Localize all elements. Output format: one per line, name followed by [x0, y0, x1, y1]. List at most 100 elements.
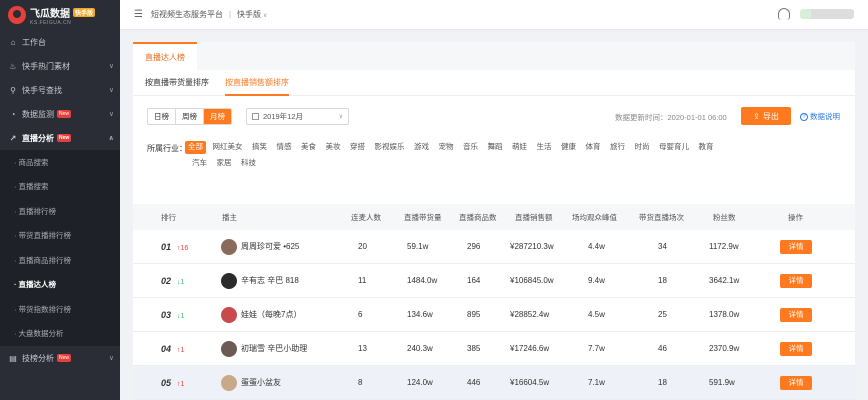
sidebar-item-ranking-analysis[interactable]: ▤ 技榜分析 New ∨	[0, 346, 120, 370]
menu-toggle-icon[interactable]: ☰	[134, 9, 143, 20]
sidebar-subitem-sales-live-ranking[interactable]: · 带货直播排行榜	[0, 224, 120, 249]
sidebar-subitem-live-ranking[interactable]: · 直播排行榜	[0, 199, 120, 224]
industry-chip[interactable]: 情感	[274, 141, 295, 154]
sidebar-subitem-live-streamer-ranking[interactable]: · 直播达人榜	[0, 273, 120, 298]
industry-chip[interactable]: 网红美女	[210, 141, 246, 154]
industry-chip[interactable]: 美妆	[323, 141, 344, 154]
detail-button[interactable]: 详情	[780, 375, 812, 390]
sidebar-subitem-market-analysis[interactable]: · 大盘数据分析	[0, 322, 120, 347]
cell-sales: ¥17246.6w	[510, 344, 550, 353]
update-time: 数据更新时间：2020-01-01 06:00	[615, 113, 727, 122]
new-badge: New	[57, 354, 72, 362]
industry-chip[interactable]: 体育	[583, 141, 604, 154]
sidebar-item-data-monitor[interactable]: ◔ 数据监测 New ∨	[0, 102, 120, 126]
industry-chip[interactable]: 母婴育儿	[656, 141, 692, 154]
sidebar-subitem-live-goods-ranking[interactable]: · 直播商品排行榜	[0, 248, 120, 273]
cell-peak: 4.4w	[588, 242, 605, 251]
cell-sessions: 34	[658, 242, 667, 251]
streamer-cell[interactable]: 娃娃（每晚7点）	[221, 306, 302, 323]
month-picker[interactable]: 2019年12月 ∨	[246, 108, 349, 125]
home-icon: ⌂	[10, 37, 16, 47]
tab-sort-by-volume[interactable]: 按直播带货量排序	[145, 70, 209, 96]
industry-chip[interactable]: 舞蹈	[485, 141, 506, 154]
streamer-cell[interactable]: 周周珍可爱 •625	[221, 238, 299, 255]
table-row: 02 ↓1 辛有志 辛巴 818 11 1484.0w 164 ¥106845.0w 9.4w…	[133, 264, 855, 298]
sidebar-item-hot-materials[interactable]: ♨ 快手热门素材 ∨	[0, 54, 120, 78]
sidebar-subitem-goods-search[interactable]: · 商品搜索	[0, 150, 120, 175]
industry-chip[interactable]: 萌娃	[509, 141, 530, 154]
sidebar-item-live-analysis[interactable]: ↗ 直播分析 New ∧	[0, 126, 120, 150]
table-row: 05 ↑1 蛋蛋小盆友 8 124.0w 446 ¥16604.5w 7.1w 18 591.9w…	[133, 366, 855, 400]
monitor-icon: ◔	[10, 109, 16, 119]
cell-sessions: 18	[658, 378, 667, 387]
col-action: 操作	[788, 212, 803, 222]
industry-chip[interactable]: 穿搭	[347, 141, 368, 154]
industry-chip[interactable]: 教育	[696, 141, 717, 154]
sidebar-subitem-live-search[interactable]: · 直播搜索	[0, 175, 120, 200]
export-button[interactable]: ⇪ 导出	[741, 107, 791, 125]
cell-sales: ¥28852.4w	[510, 310, 550, 319]
detail-button[interactable]: 详情	[780, 239, 812, 254]
industry-chip[interactable]: 旅行	[607, 141, 628, 154]
col-fans: 粉丝数	[713, 212, 736, 222]
detail-button[interactable]: 详情	[780, 307, 812, 322]
rank-number: 02	[161, 275, 172, 286]
industry-chip[interactable]: 影视娱乐	[372, 141, 408, 154]
sidebar-item-account-search[interactable]: ⚲ 快手号查找 ∨	[0, 78, 120, 102]
industry-chip[interactable]: 美食	[298, 141, 319, 154]
chevron-down-icon: ∨	[338, 114, 343, 120]
industry-chip[interactable]: 家居	[214, 157, 235, 170]
detail-button[interactable]: 详情	[780, 341, 812, 356]
streamer-cell[interactable]: 初瑞雪 辛巴小助理	[221, 340, 307, 357]
sidebar-item-workbench[interactable]: ⌂ 工作台	[0, 30, 120, 54]
period-daily[interactable]: 日榜	[148, 109, 176, 124]
sort-tabs: 按直播带货量排序 按直播销售额排序	[133, 70, 855, 96]
industry-chip[interactable]: 汽车	[189, 157, 210, 170]
cell-sales: ¥106845.0w	[510, 276, 554, 285]
industry-chip[interactable]: 时尚	[632, 141, 653, 154]
period-monthly[interactable]: 月榜	[204, 109, 231, 124]
chevron-down-icon: ∨	[108, 63, 114, 70]
cell-sales: ¥16604.5w	[510, 378, 550, 387]
industry-chip[interactable]: 全部	[185, 141, 206, 154]
cell-goods: 296	[467, 242, 481, 251]
version-switcher[interactable]: 快手版 ∨	[237, 9, 267, 20]
industry-chip[interactable]: 搞笑	[249, 141, 270, 154]
tab-live-streamer-ranking[interactable]: 直播达人榜	[133, 42, 197, 70]
tab-sort-by-sales[interactable]: 按直播销售额排序	[225, 70, 289, 96]
headset-icon[interactable]	[778, 8, 790, 20]
cell-volume: 240.3w	[407, 344, 433, 353]
industry-chip[interactable]: 音乐	[460, 141, 481, 154]
table-row: 03 ↓1 娃娃（每晚7点） 6 134.6w 895 ¥28852.4w 4.5w 25 137…	[133, 298, 855, 332]
cell-goods: 895	[467, 310, 481, 319]
col-peak: 场均观众峰值	[572, 212, 617, 222]
period-selector: 日榜 周榜 月榜	[147, 108, 232, 125]
detail-button[interactable]: 详情	[780, 273, 812, 288]
cell-goods: 164	[467, 276, 481, 285]
streamer-name: 辛有志 辛巴 818	[241, 276, 299, 285]
cell-lianmai: 6	[358, 310, 363, 319]
new-badge: New	[57, 134, 72, 142]
col-sales: 直播销售额	[515, 212, 553, 222]
industry-chip[interactable]: 游戏	[411, 141, 432, 154]
sidebar-item-label: 数据监测	[22, 109, 54, 119]
industry-chip[interactable]: 科技	[238, 157, 259, 170]
sidebar-item-label: 工作台	[22, 37, 46, 47]
industry-label: 所属行业：	[147, 144, 187, 153]
industry-chip[interactable]: 生活	[534, 141, 555, 154]
industry-chip[interactable]: 健康	[558, 141, 579, 154]
period-weekly[interactable]: 周榜	[176, 109, 204, 124]
rank-number: 05	[161, 377, 172, 388]
logo-icon	[8, 6, 26, 24]
industry-chip[interactable]: 宠物	[436, 141, 457, 154]
user-account[interactable]	[800, 9, 854, 19]
sidebar-subitem-sales-index-ranking[interactable]: · 带货指数排行榜	[0, 297, 120, 322]
streamer-cell[interactable]: 辛有志 辛巴 818	[221, 272, 299, 289]
data-explanation-link[interactable]: ? 数据说明	[800, 111, 840, 122]
avatar	[221, 272, 237, 289]
logo[interactable]: 飞瓜数据 快手版 KS.FEIGUA.CN	[0, 0, 120, 30]
cell-fans: 591.9w	[709, 378, 735, 387]
chevron-down-icon: ∨	[263, 13, 268, 19]
streamer-cell[interactable]: 蛋蛋小盆友	[221, 374, 281, 391]
streamer-name: 娃娃（每晚7点）	[241, 310, 302, 319]
